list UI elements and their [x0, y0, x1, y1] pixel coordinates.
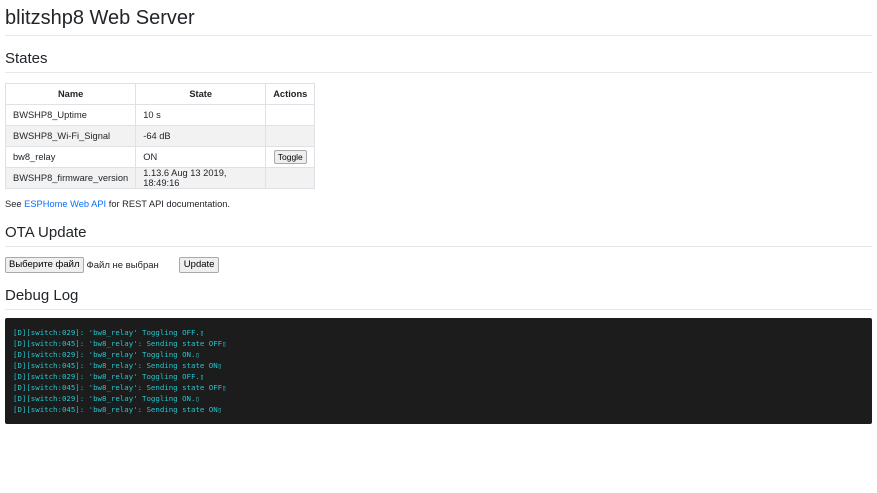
table-row: BWSHP8_Uptime 10 s — [4, 104, 316, 126]
api-prefix: See — [5, 199, 22, 209]
column-header-state: State — [135, 83, 267, 105]
row-state: 10 s — [135, 104, 267, 126]
states-table: Name State Actions BWSHP8_Uptime 10 s BW… — [4, 83, 316, 189]
log-line: [D][switch:029]: 'bw8_relay' Toggling ON… — [13, 350, 200, 359]
api-suffix: for REST API documentation. — [108, 199, 231, 209]
row-state: ON — [135, 146, 267, 168]
row-name: BWSHP8_firmware_version — [4, 167, 137, 189]
ota-heading: OTA Update — [5, 210, 872, 247]
row-name: bw8_relay — [4, 146, 137, 168]
row-actions — [265, 125, 316, 147]
file-status-text: Файл не выбран — [86, 259, 159, 271]
row-actions — [265, 104, 316, 126]
log-line: [D][switch:029]: 'bw8_relay' Toggling OF… — [13, 372, 205, 381]
ota-form: Выберите файл Файл не выбран Update — [5, 257, 872, 273]
column-header-actions: Actions — [265, 83, 316, 105]
page-title: blitzshp8 Web Server — [5, 0, 872, 36]
log-line: [D][switch:045]: 'bw8_relay': Sending st… — [13, 405, 223, 414]
column-header-name: Name — [4, 83, 137, 105]
row-actions: Toggle — [265, 146, 316, 168]
toggle-relay-button[interactable]: Toggle — [273, 150, 307, 164]
choose-file-button[interactable]: Выберите файл — [5, 257, 84, 273]
update-button[interactable]: Update — [178, 257, 220, 273]
log-line: [D][switch:045]: 'bw8_relay': Sending st… — [13, 361, 223, 370]
api-doc-text: See ESPHome Web API for REST API documen… — [5, 198, 872, 210]
log-line: [D][switch:029]: 'bw8_relay' Toggling ON… — [13, 394, 200, 403]
esphome-web-api-link[interactable]: ESPHome Web API — [24, 199, 106, 209]
table-row: BWSHP8_Wi-Fi_Signal -64 dB — [4, 125, 316, 147]
debug-log-heading: Debug Log — [5, 273, 872, 310]
row-name: BWSHP8_Uptime — [4, 104, 137, 126]
row-name: BWSHP8_Wi-Fi_Signal — [4, 125, 137, 147]
log-line: [D][switch:045]: 'bw8_relay': Sending st… — [13, 383, 227, 392]
table-header-row: Name State Actions — [4, 83, 316, 105]
row-actions — [265, 167, 316, 189]
row-state: 1.13.6 Aug 13 2019, 18:49:16 — [135, 167, 267, 189]
table-row: bw8_relay ON Toggle — [4, 146, 316, 168]
page-container: blitzshp8 Web Server States Name State A… — [0, 0, 877, 424]
table-row: BWSHP8_firmware_version 1.13.6 Aug 13 20… — [4, 167, 316, 189]
states-heading: States — [5, 36, 872, 73]
log-line: [D][switch:045]: 'bw8_relay': Sending st… — [13, 339, 227, 348]
debug-log-console[interactable]: [D][switch:029]: 'bw8_relay' Toggling OF… — [5, 318, 872, 424]
row-state: -64 dB — [135, 125, 267, 147]
log-line: [D][switch:029]: 'bw8_relay' Toggling OF… — [13, 328, 205, 337]
